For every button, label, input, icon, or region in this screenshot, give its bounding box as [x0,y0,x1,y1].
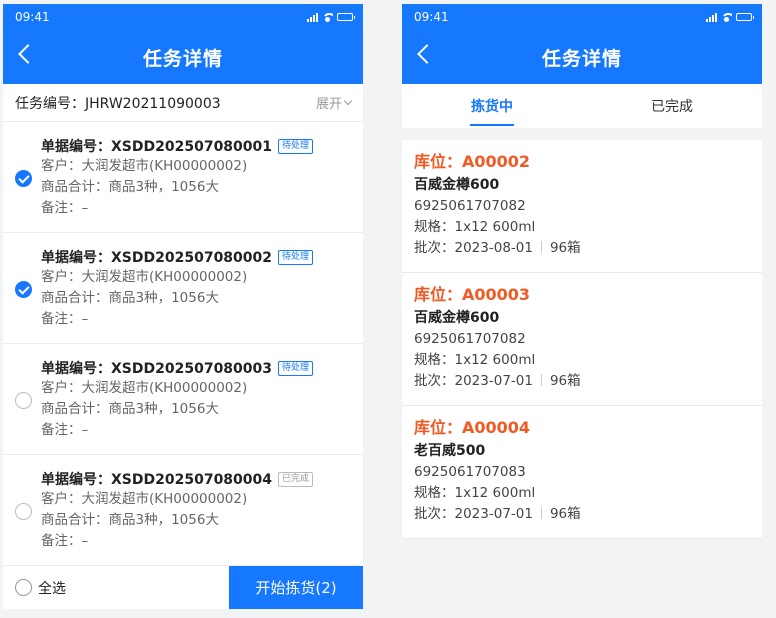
item-spec: 规格：1x12 600ml [414,485,536,501]
back-icon[interactable] [417,44,437,64]
status-time: 09:41 [15,10,50,24]
item-location: 库位：A00004 [414,418,531,437]
item-name: 老百威500 [414,443,486,459]
battery-icon [736,13,754,21]
order-note: 备注：– [41,422,89,438]
status-time: 09:41 [414,10,449,24]
status-badge: 已完成 [278,471,314,487]
select-all-checkbox[interactable] [15,579,32,596]
item-location: 库位：A00003 [414,285,531,304]
bottom-action-bar: 全选 开始拣货(2) [3,565,363,609]
picking-list: 库位：A00002 百威金樽600 6925061707082 规格：1x12 … [402,140,762,539]
item-batch-row: 批次：2023-07-01 96箱 [414,506,581,522]
list-item[interactable]: 库位：A00003 百威金樽600 6925061707082 规格：1x12 … [402,273,762,406]
item-barcode: 6925061707083 [414,464,526,480]
order-title: 单据编号：XSDD202507080004 已完成 [41,469,351,489]
order-item[interactable]: 单据编号：XSDD202507080002 待处理 客户：大润发超市(KH000… [3,233,363,344]
expand-toggle[interactable]: 展开 [316,93,353,112]
order-checkbox[interactable] [15,281,32,298]
order-item[interactable]: 单据编号：XSDD202507080001 待处理 客户：大润发超市(KH000… [3,122,363,233]
order-goods-total: 商品合计：商品3种，1056大 [41,290,219,306]
list-item[interactable]: 库位：A00002 百威金樽600 6925061707082 规格：1x12 … [402,140,762,273]
item-name: 百威金樽600 [414,177,500,193]
task-number-bar: 任务编号：JHRW20211090003 展开 [3,84,363,122]
page-title: 任务详情 [541,47,622,70]
item-spec: 规格：1x12 600ml [414,352,536,368]
order-checkbox[interactable] [15,170,32,187]
order-customer: 客户：大润发超市(KH00000002) [41,269,248,285]
item-batch-row: 批次：2023-07-01 96箱 [414,373,581,389]
select-all[interactable]: 全选 [3,578,229,598]
status-badge: 待处理 [278,360,314,376]
item-qty: 96箱 [549,240,581,256]
start-picking-button[interactable]: 开始拣货(2) [229,565,363,609]
signal-icon [307,12,318,22]
nav-bar: 09:41 任务详情 [3,4,363,84]
status-bar: 09:41 [402,4,762,30]
order-title: 单据编号：XSDD202507080003 待处理 [41,358,351,378]
item-batch-row: 批次：2023-08-01 96箱 [414,240,581,256]
order-note: 备注：– [41,311,89,327]
order-item[interactable]: 单据编号：XSDD202507080003 待处理 客户：大润发超市(KH000… [3,344,363,455]
order-goods-total: 商品合计：商品3种，1056大 [41,512,219,528]
order-title: 单据编号：XSDD202507080002 待处理 [41,247,351,267]
order-customer: 客户：大润发超市(KH00000002) [41,380,248,396]
order-goods-total: 商品合计：商品3种，1056大 [41,179,219,195]
task-detail-screen-orders: 09:41 任务详情 任务编号：JHRW20211090003 展开 单据编号：… [3,4,363,609]
status-badge: 待处理 [278,138,314,154]
item-barcode: 6925061707082 [414,331,526,347]
order-checkbox[interactable] [15,392,32,409]
status-badge: 待处理 [278,249,314,265]
tab-picking[interactable]: 拣货中 [402,84,582,128]
item-spec: 规格：1x12 600ml [414,219,536,235]
order-customer: 客户：大润发超市(KH00000002) [41,491,248,507]
order-customer: 客户：大润发超市(KH00000002) [41,158,248,174]
chevron-down-icon [343,96,353,105]
tab-bar: 拣货中 已完成 [402,84,762,128]
back-icon[interactable] [18,44,38,64]
status-icons [307,12,355,22]
list-item[interactable]: 库位：A00004 老百威500 6925061707083 规格：1x12 6… [402,406,762,539]
item-qty: 96箱 [549,506,581,522]
task-detail-screen-picking: 09:41 任务详情 拣货中 已完成 库位：A00002 百威金樽600 692… [402,4,762,609]
order-list: 单据编号：XSDD202507080001 待处理 客户：大润发超市(KH000… [3,122,363,566]
order-note: 备注：– [41,200,89,216]
order-goods-total: 商品合计：商品3种，1056大 [41,401,219,417]
task-number: 任务编号：JHRW20211090003 [15,95,221,112]
tab-completed[interactable]: 已完成 [582,84,762,128]
wifi-icon [721,12,732,22]
item-name: 百威金樽600 [414,310,500,326]
order-title: 单据编号：XSDD202507080001 待处理 [41,136,351,156]
nav-bar: 09:41 任务详情 [402,4,762,84]
item-barcode: 6925061707082 [414,198,526,214]
wifi-icon [322,12,333,22]
item-location: 库位：A00002 [414,152,531,171]
order-checkbox[interactable] [15,503,32,520]
status-icons [706,12,754,22]
battery-icon [337,13,355,21]
page-title: 任务详情 [142,47,223,70]
signal-icon [706,12,717,22]
order-note: 备注：– [41,533,89,549]
status-bar: 09:41 [3,4,363,30]
order-item[interactable]: 单据编号：XSDD202507080004 已完成 客户：大润发超市(KH000… [3,455,363,566]
item-qty: 96箱 [549,373,581,389]
